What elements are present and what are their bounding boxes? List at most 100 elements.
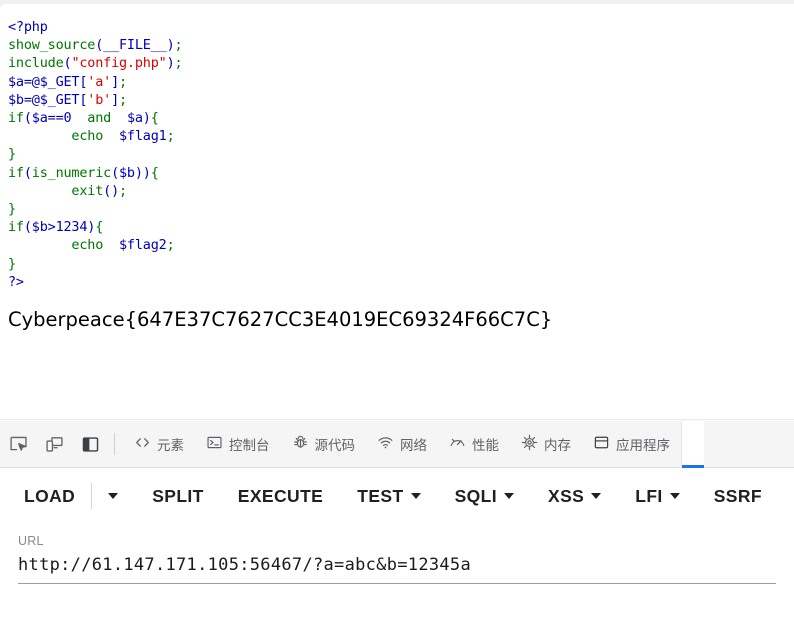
chevron-down-icon — [669, 493, 680, 499]
code-token: ($b>1234) — [23, 219, 96, 236]
code-token: if — [8, 219, 24, 236]
tab-sources-label: 源代码 — [314, 438, 356, 454]
device-toolbar-icon[interactable] — [36, 421, 72, 468]
sqli-button[interactable]: SQLI — [449, 478, 520, 515]
code-token: ] — [111, 91, 120, 108]
chevron-down-icon — [108, 493, 119, 499]
code-token: exit — [71, 182, 104, 199]
load-dropdown-button[interactable] — [102, 485, 124, 507]
execute-button[interactable]: EXECUTE — [232, 478, 329, 515]
screen-root: <?php show_source(__FILE__); include ("co… — [0, 0, 794, 619]
code-token: } — [8, 255, 16, 272]
code-token: 'b' — [87, 91, 112, 108]
ssrf-button[interactable]: SSRF — [708, 478, 768, 515]
code-token: "config.php" — [71, 55, 167, 72]
xss-button-label: XSS — [548, 485, 585, 506]
chevron-down-icon — [410, 493, 421, 499]
url-field-group: URL — [0, 524, 794, 584]
code-token: is_numeric — [31, 164, 112, 181]
tab-memory[interactable]: 内存 — [510, 421, 582, 468]
lfi-button[interactable]: LFI — [629, 478, 685, 515]
flag-output-text: Cyberpeace{647E37C7627CC3E4019EC69324F66… — [8, 308, 553, 331]
code-token: $a) — [126, 110, 151, 127]
tab-active-truncated[interactable] — [681, 420, 704, 468]
test-button[interactable]: TEST — [351, 478, 426, 515]
tab-elements[interactable]: 元素 — [123, 421, 195, 468]
database-icon — [593, 434, 610, 454]
code-token: ; — [119, 73, 127, 90]
code-token: ; — [166, 128, 175, 145]
code-token: $b=@$_GET — [8, 91, 80, 108]
code-token: { — [95, 219, 104, 236]
inspect-element-icon[interactable] — [0, 421, 36, 468]
tab-performance[interactable]: 性能 — [438, 421, 510, 468]
toolbar-divider — [114, 433, 115, 455]
wifi-icon — [377, 434, 394, 454]
code-token: 'a' — [87, 73, 112, 90]
code-token: ($b)) — [111, 164, 151, 181]
dock-panel-icon[interactable] — [72, 421, 108, 468]
code-token: $flag1 — [119, 128, 167, 145]
code-token: ) — [166, 55, 175, 72]
page-viewport: <?php show_source(__FILE__); include ("co… — [0, 10, 794, 419]
sqli-button-label: SQLI — [454, 485, 498, 506]
code-token: if — [8, 164, 24, 181]
gauge-icon — [449, 434, 466, 454]
code-token: ; — [174, 37, 183, 54]
url-input[interactable] — [18, 555, 776, 584]
tab-network-label: 网络 — [400, 438, 427, 454]
tab-performance-label: 性能 — [472, 438, 499, 454]
tab-sources[interactable]: 源代码 — [281, 421, 367, 468]
load-divider — [91, 483, 93, 509]
code-token: () — [103, 182, 119, 199]
hackbar-toolbar: LOAD SPLIT EXECUTE TEST SQLI XSS LFI SSR… — [0, 468, 794, 524]
tab-console[interactable]: 控制台 — [195, 421, 281, 468]
devtools-tab-list: 元素 控制台 源代码 网络 性能 内存 应用程序 — [123, 420, 794, 468]
tab-memory-label: 内存 — [544, 438, 571, 454]
tab-console-label: 控制台 — [229, 438, 270, 454]
code-token: echo — [71, 237, 104, 254]
code-token: ?> — [8, 273, 24, 290]
xss-button[interactable]: XSS — [542, 478, 607, 515]
code-token: $flag2 — [119, 237, 167, 254]
code-token: echo — [71, 128, 104, 145]
devtools-toolbar: 元素 控制台 源代码 网络 性能 内存 应用程序 — [0, 420, 794, 468]
hackbar-panel: LOAD SPLIT EXECUTE TEST SQLI XSS LFI SSR… — [0, 468, 794, 619]
code-brackets-icon — [134, 434, 151, 454]
code-token: include — [8, 55, 64, 72]
console-terminal-icon — [206, 434, 223, 454]
chevron-down-icon — [591, 493, 602, 499]
tab-elements-label: 元素 — [157, 438, 184, 454]
bug-icon — [292, 434, 309, 454]
tab-network[interactable]: 网络 — [366, 421, 438, 468]
code-token: ($a==0 — [23, 110, 72, 127]
code-token: if — [8, 110, 24, 127]
test-button-label: TEST — [357, 485, 404, 506]
code-token: and — [87, 110, 112, 127]
code-token: { — [150, 110, 159, 127]
code-token: ; — [119, 182, 127, 199]
split-button[interactable]: SPLIT — [146, 478, 210, 515]
code-token: } — [8, 201, 16, 218]
code-token: } — [8, 146, 16, 163]
chevron-down-icon — [504, 493, 515, 499]
code-token: ; — [166, 237, 175, 254]
code-token: ; — [119, 91, 127, 108]
code-token: ; — [174, 55, 183, 72]
php-source-listing: <?php show_source(__FILE__); include ("co… — [8, 18, 183, 291]
code-token: { — [150, 164, 159, 181]
code-token: ] — [111, 73, 120, 90]
code-token: $a=@$_GET — [8, 73, 80, 90]
lfi-button-label: LFI — [635, 485, 663, 506]
tab-application-label: 应用程序 — [616, 438, 670, 454]
code-token: <?php — [8, 19, 48, 35]
tab-application[interactable]: 应用程序 — [582, 421, 681, 468]
load-button[interactable]: LOAD — [18, 478, 81, 515]
